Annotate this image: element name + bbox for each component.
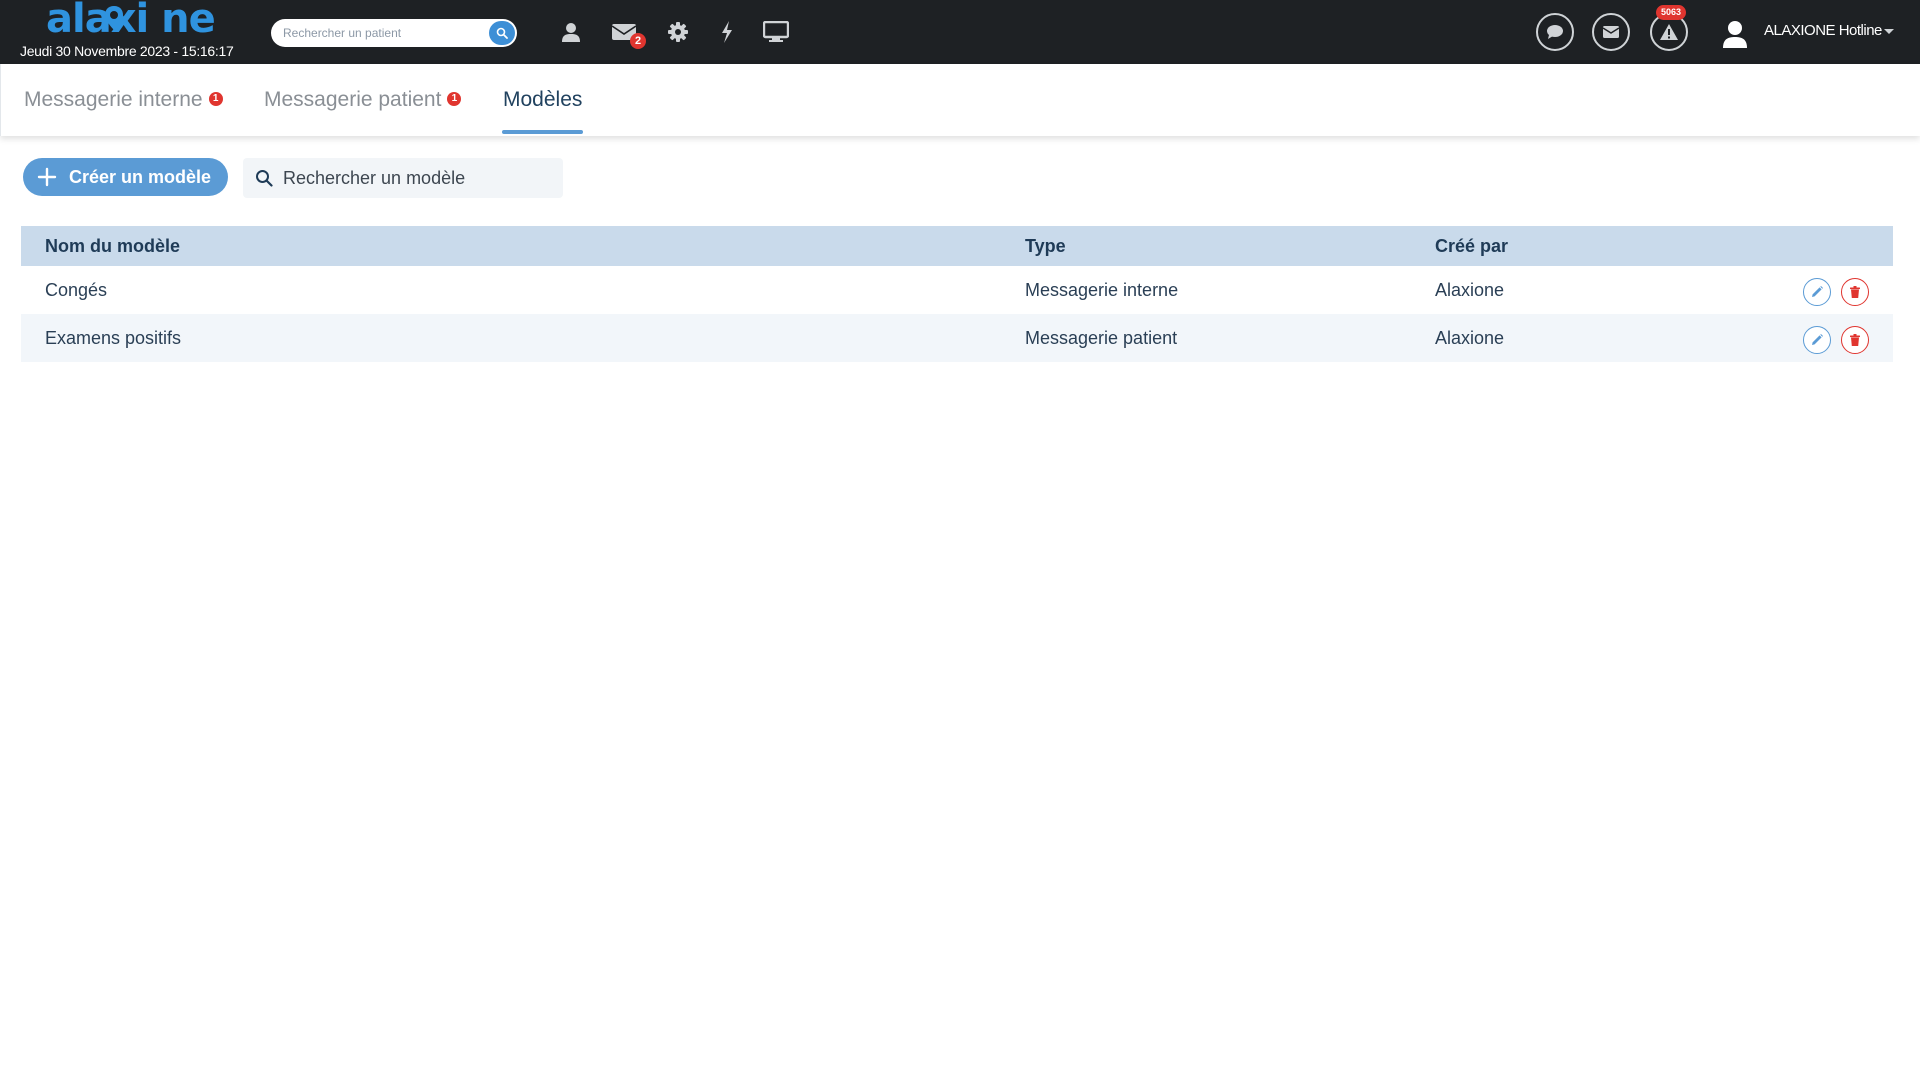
template-name: Examens positifs [45, 328, 182, 348]
user-icon [562, 23, 580, 42]
table-row[interactable]: Congés Messagerie interne Alaxione [21, 266, 1893, 314]
table-header: Nom du modèle Type Créé par [21, 226, 1893, 266]
plus-icon [37, 167, 57, 187]
template-search-box [243, 158, 563, 198]
tab-label: Messagerie interne [24, 88, 203, 111]
edit-template-button[interactable] [1803, 278, 1831, 306]
chat-button[interactable] [1536, 13, 1574, 51]
template-author: Alaxione [1435, 280, 1505, 300]
pencil-icon [1812, 286, 1823, 297]
patients-button[interactable] [557, 18, 585, 46]
templates-table: Nom du modèle Type Créé par Congés Messa… [21, 226, 1893, 362]
top-navbar: alaxi ne Jeudi 30 Novembre 2023 - 15:16:… [0, 0, 1920, 64]
user-menu-name[interactable]: ALAXIONE Hotline [1764, 22, 1882, 39]
messaging-tabs: Messagerie interne 1 Messagerie patient 1 … [0, 64, 1920, 136]
alerts-badge: 5063 [1656, 5, 1687, 20]
create-template-label: Créer un modèle [69, 166, 212, 187]
delete-template-button[interactable] [1841, 278, 1869, 306]
template-author: Alaxione [1435, 328, 1505, 348]
patient-search-input[interactable] [283, 24, 479, 42]
chevron-down-icon[interactable] [1884, 29, 1894, 34]
envelope-icon [1602, 26, 1620, 38]
pencil-icon [1812, 334, 1823, 345]
chat-icon [1547, 25, 1563, 39]
monitor-icon [763, 21, 789, 42]
template-name: Congés [45, 280, 108, 300]
mail-circle-button[interactable] [1592, 13, 1630, 51]
edit-template-button[interactable] [1803, 326, 1831, 354]
tab-label: Modèles [503, 88, 583, 111]
table-row[interactable]: Examens positifs Messagerie patient Alax… [21, 314, 1893, 362]
delete-template-button[interactable] [1841, 326, 1869, 354]
trash-icon [1850, 334, 1860, 346]
search-icon [256, 170, 273, 187]
tab-modeles[interactable]: Modèles [503, 88, 582, 136]
tab-label: Messagerie patient [264, 88, 442, 111]
gear-icon [668, 22, 688, 42]
active-tab-indicator [502, 130, 583, 134]
tab-messagerie-patient[interactable]: Messagerie patient 1 [264, 88, 462, 136]
tab-badge: 1 [447, 92, 462, 107]
search-icon [496, 27, 508, 39]
settings-button[interactable] [664, 18, 692, 46]
patient-search-button[interactable] [489, 21, 515, 45]
create-template-button[interactable]: Créer un modèle [23, 158, 228, 196]
display-button[interactable] [762, 18, 790, 46]
logo-pin-icon [105, 6, 123, 30]
quick-actions-button[interactable] [713, 18, 741, 46]
column-header-author[interactable]: Créé par [1435, 236, 1508, 257]
trash-icon [1850, 286, 1860, 298]
column-header-name[interactable]: Nom du modèle [45, 236, 180, 257]
template-type: Messagerie patient [1025, 328, 1178, 348]
template-type: Messagerie interne [1025, 280, 1179, 300]
lightning-icon [722, 21, 732, 43]
alaxione-logo[interactable]: alaxi ne [46, 0, 216, 40]
tab-badge: 1 [208, 92, 223, 107]
warning-icon [1660, 24, 1678, 40]
column-header-type[interactable]: Type [1025, 236, 1066, 257]
current-datetime: Jeudi 30 Novembre 2023 - 15:16:17 [20, 43, 234, 59]
user-avatar-icon[interactable] [1722, 20, 1748, 48]
patient-search-box [271, 19, 517, 47]
messages-badge: 2 [630, 33, 646, 49]
tab-messagerie-interne[interactable]: Messagerie interne 1 [24, 88, 223, 136]
template-search-input[interactable] [283, 166, 553, 190]
